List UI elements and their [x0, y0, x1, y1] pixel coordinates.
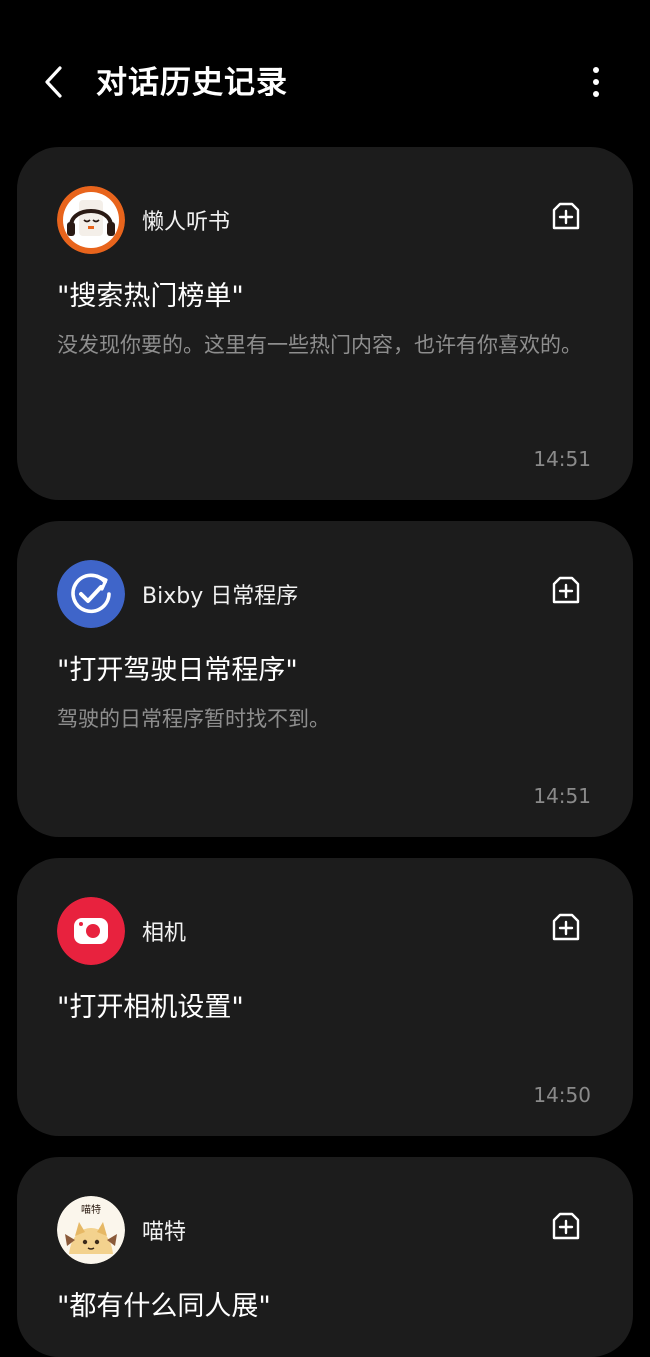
add-square-icon: [552, 913, 580, 941]
user-query: "打开驾驶日常程序": [57, 655, 298, 686]
conversation-card[interactable]: 懒人听书 "搜索热门榜单" 没发现你要的。这里有一些热门内容，也许有你喜欢的。 …: [17, 147, 633, 500]
lazy-audiobook-icon: [57, 186, 125, 254]
card-header: 懒人听书: [57, 185, 230, 255]
timestamp: 14:51: [533, 447, 591, 471]
assistant-reply: 没发现你要的。这里有一些热门内容，也许有你喜欢的。: [57, 333, 582, 357]
bixby-routines-icon: [57, 560, 125, 628]
back-arrow-icon: [45, 66, 62, 98]
card-header: 相机: [57, 896, 186, 966]
back-button[interactable]: [34, 62, 74, 102]
timestamp: 14:51: [533, 784, 591, 808]
add-shortcut-button[interactable]: [547, 197, 585, 235]
assistant-reply: 驾驶的日常程序暂时找不到。: [57, 707, 330, 731]
more-vertical-icon: [593, 67, 599, 97]
add-shortcut-button[interactable]: [547, 908, 585, 946]
add-square-icon: [552, 202, 580, 230]
miaote-icon: 喵特: [57, 1196, 125, 1264]
more-options-button[interactable]: [576, 62, 616, 102]
user-query: "都有什么同人展": [57, 1291, 271, 1322]
app-name: 懒人听书: [142, 210, 231, 235]
user-query: "打开相机设置": [57, 992, 244, 1023]
add-shortcut-button[interactable]: [547, 571, 585, 609]
add-shortcut-button[interactable]: [547, 1207, 585, 1245]
add-square-icon: [552, 1212, 580, 1240]
app-name: 喵特: [142, 1220, 187, 1245]
conversation-card[interactable]: 相机 "打开相机设置" 14:50: [17, 858, 633, 1136]
camera-icon: [57, 897, 125, 965]
app-name: Bixby 日常程序: [142, 584, 299, 609]
app-bar: 对话历史记录: [0, 0, 650, 140]
page-title: 对话历史记录: [96, 65, 288, 101]
miaote-logo-text: 喵特: [81, 1204, 101, 1216]
conversation-card[interactable]: Bixby 日常程序 "打开驾驶日常程序" 驾驶的日常程序暂时找不到。 14:5…: [17, 521, 633, 837]
add-square-icon: [552, 576, 580, 604]
timestamp: 14:50: [533, 1083, 591, 1107]
card-header: Bixby 日常程序: [57, 559, 298, 629]
card-header: 喵特 喵特: [57, 1195, 186, 1265]
app-name: 相机: [142, 921, 187, 946]
conversation-card[interactable]: 喵特 喵特 "都有什么同人展": [17, 1157, 633, 1357]
user-query: "搜索热门榜单": [57, 281, 244, 312]
